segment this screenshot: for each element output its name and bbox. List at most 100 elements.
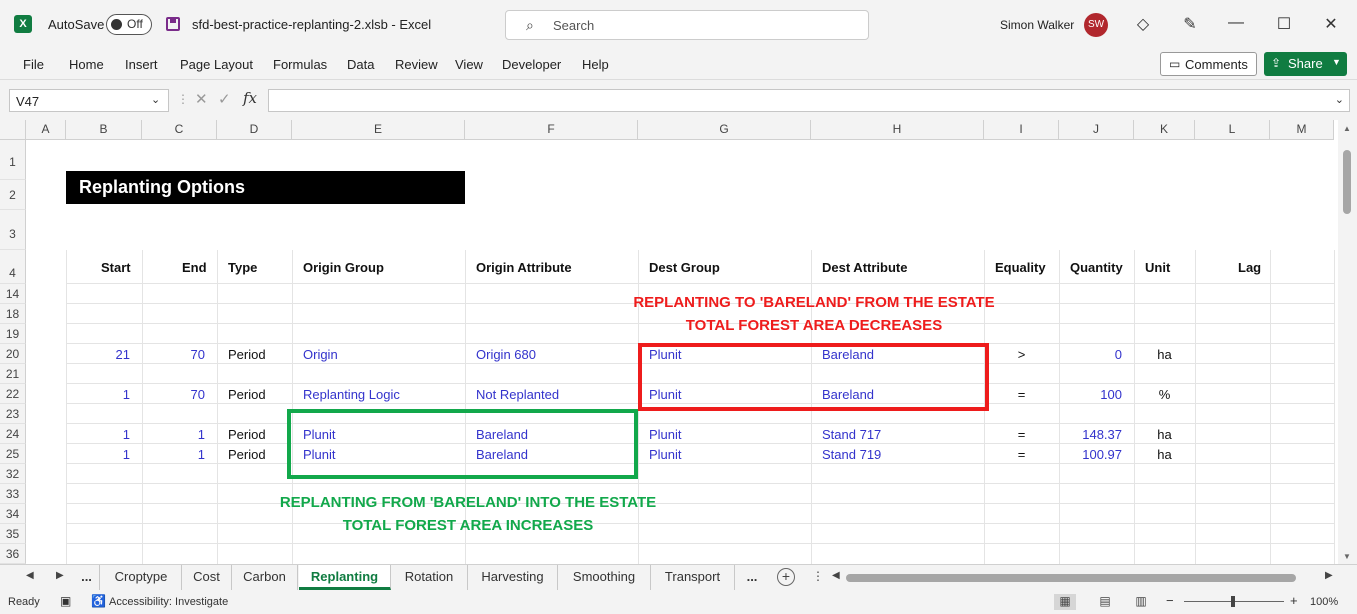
normal-view-icon[interactable]: ▦ — [1054, 594, 1076, 610]
page-break-view-icon[interactable]: ▥ — [1130, 594, 1152, 610]
tab-insert[interactable]: Insert — [125, 57, 158, 72]
header-origin-attribute[interactable]: Origin Attribute — [476, 260, 572, 275]
close-icon[interactable]: ✕ — [1321, 14, 1341, 34]
pen-icon[interactable]: ✎ — [1180, 14, 1200, 34]
insert-function-icon[interactable]: fx — [243, 89, 257, 107]
cell-dest-attribute[interactable]: Stand 719 — [822, 447, 881, 462]
cell-origin-group[interactable]: Origin — [303, 347, 338, 362]
zoom-in-icon[interactable]: + — [1290, 593, 1298, 608]
row-header[interactable]: 22 — [0, 384, 26, 404]
row-header[interactable]: 24 — [0, 424, 26, 444]
accessibility-status[interactable]: Accessibility: Investigate — [109, 596, 228, 608]
scroll-thumb[interactable] — [1343, 150, 1351, 214]
cell-origin-attribute[interactable]: Origin 680 — [476, 347, 536, 362]
tab-help[interactable]: Help — [582, 57, 609, 72]
search-input[interactable]: ⌕ Search — [505, 10, 869, 40]
cell-quantity[interactable]: 148.37 — [1062, 427, 1122, 442]
cell-quantity[interactable]: 100 — [1062, 387, 1122, 402]
macro-record-icon[interactable]: ▣ — [60, 594, 71, 608]
row-header[interactable]: 1 — [0, 140, 26, 180]
header-end[interactable]: End — [182, 260, 207, 275]
green-highlight-box[interactable] — [287, 409, 638, 479]
row-header[interactable]: 18 — [0, 304, 26, 324]
column-header[interactable]: M — [1270, 120, 1334, 140]
row-header[interactable]: 33 — [0, 484, 26, 504]
cell-end[interactable]: 70 — [155, 347, 205, 362]
expand-formula-icon[interactable]: ⌄ — [1335, 93, 1344, 106]
page-layout-view-icon[interactable]: ▤ — [1094, 594, 1116, 610]
share-button[interactable]: ⇪ Share ▼ — [1264, 52, 1347, 76]
prev-sheet-icon[interactable]: ◀ — [26, 570, 34, 581]
scroll-left-icon[interactable]: ◀ — [832, 570, 840, 581]
column-header[interactable]: A — [26, 120, 66, 140]
row-header[interactable]: 20 — [0, 344, 26, 364]
sheet-ellipsis-left[interactable]: ... — [74, 565, 100, 590]
sheet-tab-replanting[interactable]: Replanting — [299, 565, 391, 590]
scroll-right-icon[interactable]: ▶ — [1325, 570, 1333, 581]
tab-developer[interactable]: Developer — [502, 57, 561, 72]
cancel-icon[interactable]: ✕ — [195, 90, 208, 108]
sheet-tab-croptype[interactable]: Croptype — [101, 565, 182, 590]
add-sheet-button[interactable]: + — [777, 568, 795, 586]
cell-unit[interactable]: ha — [1134, 427, 1195, 442]
cell-type[interactable]: Period — [228, 347, 266, 362]
zoom-level[interactable]: 100% — [1310, 596, 1338, 608]
header-equality[interactable]: Equality — [995, 260, 1046, 275]
zoom-out-icon[interactable]: − — [1166, 593, 1174, 608]
row-header[interactable]: 36 — [0, 544, 26, 564]
sheet-tab-transport[interactable]: Transport — [651, 565, 735, 590]
sheet-tab-carbon[interactable]: Carbon — [232, 565, 298, 590]
vertical-scrollbar[interactable]: ▲ ▼ — [1338, 120, 1357, 564]
row-header[interactable]: 3 — [0, 210, 26, 250]
cell-end[interactable]: 1 — [155, 447, 205, 462]
cell-dest-attribute[interactable]: Stand 717 — [822, 427, 881, 442]
cell-type[interactable]: Period — [228, 387, 266, 402]
sheet-tab-harvesting[interactable]: Harvesting — [468, 565, 558, 590]
header-lag[interactable]: Lag — [1238, 260, 1261, 275]
column-header[interactable]: H — [811, 120, 984, 140]
cell-start[interactable]: 1 — [80, 447, 130, 462]
worksheet-grid[interactable]: A B C D E F G H I J K L M 1 2 3 4 14 18 … — [0, 120, 1338, 564]
row-header[interactable]: 4 — [0, 250, 26, 284]
more-icon[interactable]: ⋮ — [812, 569, 824, 583]
cell-equality[interactable]: = — [984, 387, 1059, 402]
column-header[interactable]: J — [1059, 120, 1134, 140]
zoom-slider-thumb[interactable] — [1231, 596, 1235, 607]
horizontal-scroll-thumb[interactable] — [846, 574, 1296, 582]
name-box[interactable]: V47 ⌄ — [9, 89, 169, 112]
tab-home[interactable]: Home — [69, 57, 104, 72]
cell-start[interactable]: 21 — [80, 347, 130, 362]
maximize-icon[interactable]: ☐ — [1274, 14, 1294, 34]
row-header[interactable]: 35 — [0, 524, 26, 544]
sheet-title[interactable]: Replanting Options — [66, 171, 465, 204]
tab-data[interactable]: Data — [347, 57, 374, 72]
cell-origin-group[interactable]: Replanting Logic — [303, 387, 400, 402]
minimize-icon[interactable]: — — [1226, 14, 1246, 32]
column-header[interactable]: G — [638, 120, 811, 140]
header-dest-attribute[interactable]: Dest Attribute — [822, 260, 907, 275]
cell-start[interactable]: 1 — [80, 387, 130, 402]
tab-view[interactable]: View — [455, 57, 483, 72]
green-annotation[interactable]: REPLANTING FROM 'BARELAND' INTO THE ESTA… — [250, 491, 686, 537]
row-header[interactable]: 14 — [0, 284, 26, 304]
header-unit[interactable]: Unit — [1145, 260, 1170, 275]
sheet-ellipsis-right[interactable]: ... — [735, 565, 769, 590]
sheet-tab-rotation[interactable]: Rotation — [391, 565, 468, 590]
red-annotation[interactable]: REPLANTING TO 'BARELAND' FROM THE ESTATE… — [596, 291, 1032, 337]
column-header[interactable]: K — [1134, 120, 1195, 140]
header-origin-group[interactable]: Origin Group — [303, 260, 384, 275]
tab-review[interactable]: Review — [395, 57, 438, 72]
diamond-icon[interactable]: ◇ — [1133, 14, 1153, 34]
column-header[interactable]: E — [292, 120, 465, 140]
accessibility-icon[interactable]: ♿ — [91, 594, 106, 608]
column-header[interactable]: L — [1195, 120, 1270, 140]
cell-dest-group[interactable]: Plunit — [649, 427, 682, 442]
sheet-tab-cost[interactable]: Cost — [182, 565, 232, 590]
column-header[interactable]: I — [984, 120, 1059, 140]
cell-dest-group[interactable]: Plunit — [649, 447, 682, 462]
sheet-tab-smoothing[interactable]: Smoothing — [558, 565, 651, 590]
tab-page-layout[interactable]: Page Layout — [180, 57, 253, 72]
row-header[interactable]: 19 — [0, 324, 26, 344]
cell-unit[interactable]: % — [1134, 387, 1195, 402]
row-header[interactable]: 32 — [0, 464, 26, 484]
